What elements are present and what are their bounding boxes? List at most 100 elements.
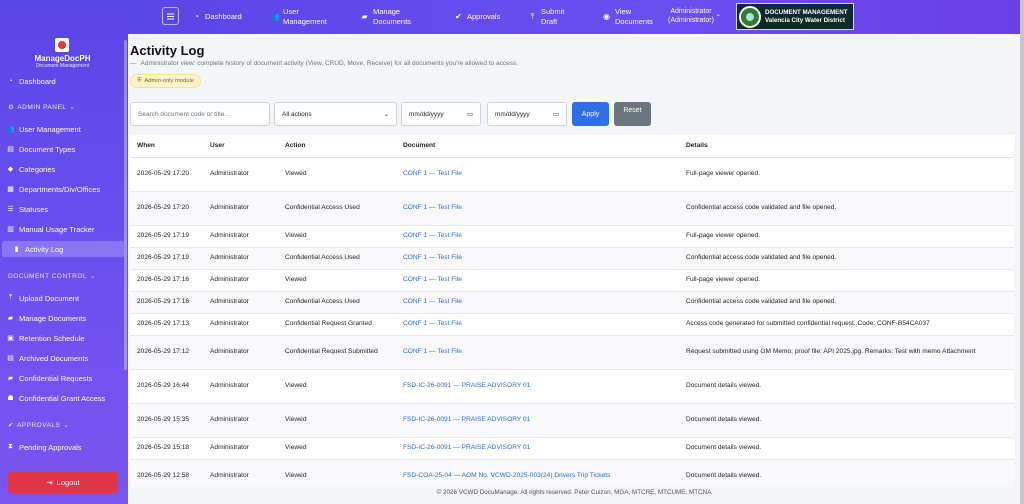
cell-document: FSD-IC-26-0091 — PRAISE ADVISORY 01 [396,437,679,460]
sidebar-item-pending-approvals[interactable]: ⧗ Pending Approvals [6,439,124,455]
cell-action: Confidential Access Used [278,247,396,270]
document-link[interactable]: CONF 1 — Test File [403,298,462,305]
sidebar-item-categories[interactable]: ◆ Categories [6,161,124,177]
document-link[interactable]: CONF 1 — Test File [403,170,462,177]
sidebar-item-confidential-requests[interactable]: ▰ Confidential Requests [6,370,124,386]
cell-details: Confidential access code validated and f… [679,291,1014,314]
folder-icon: ▰ [7,315,14,322]
table-row: 2026-05-29 16:44 Administrator Viewed FSD-I… [130,369,1014,404]
cell-when: 2026-05-29 17:20 [130,157,203,192]
section-document-control[interactable]: DOCUMENT CONTROL ⌄ [8,272,96,281]
cell-document: CONF 1 — Test File [396,225,679,248]
col-details: Details [679,135,1014,158]
cell-user: Administrator [203,191,278,226]
cell-document: FSD-IC-26-0091 — PRAISE ADVISORY 01 [396,369,679,404]
sidebar-item-archived-documents[interactable]: ▤ Archived Documents [6,350,124,366]
sidebar-item-user-management[interactable]: 👥 User Management [6,121,124,137]
cell-details: Confidential access code validated and f… [679,191,1014,226]
nav-view-documents[interactable]: ◉ View Documents [602,0,662,34]
chevron-down-icon: ⌄ [69,104,76,111]
cell-action: Confidential Request Granted [278,313,396,336]
cell-document: CONF 1 — Test File [396,313,679,336]
document-link[interactable]: FSD-IC-26-0091 — PRAISE ADVISORY 01 [403,444,530,451]
cell-action: Confidential Request Submitted [278,335,396,370]
section-admin-panel[interactable]: ⚙ ADMIN PANEL ⌄ [8,103,76,112]
nav-manage-documents[interactable]: ▰ Manage Documents [360,0,430,34]
hamburger-icon [167,15,174,17]
table-row: 2026-05-29 15:18 Administrator Viewed FSD-I… [130,437,1014,460]
sidebar-item-departments[interactable]: ▦ Departments/Div/Offices [6,181,124,197]
sidebar-item-upload-document[interactable]: ⤒ Upload Document [6,290,124,306]
top-navbar: ◔ Dashboard 👥 User Management ▰ Manage D… [128,0,1020,34]
cell-user: Administrator [203,335,278,370]
sidebar-item-activity-log[interactable]: ▮ Activity Log [2,241,124,257]
document-link[interactable]: FSD-IC-26-0091 — PRAISE ADVISORY 01 [403,382,530,389]
sidebar-scrollbar[interactable] [124,40,127,370]
cell-action: Viewed [278,437,396,460]
chevron-down-icon: ⌄ [63,422,70,429]
document-link[interactable]: FSD-IC-26-0091 — PRAISE ADVISORY 01 [403,416,530,423]
check-circle-icon: ✔ [455,12,462,21]
col-when: When [130,135,203,158]
document-link[interactable]: CONF 1 — Test File [403,232,462,239]
document-link[interactable]: CONF 1 — Test File [403,320,462,327]
window-scrollbar[interactable] [1020,0,1024,504]
logout-button[interactable]: ⇥ Logout [8,472,118,493]
action-select[interactable]: All actions ⌄ [274,102,397,126]
cell-user: Administrator [203,157,278,192]
document-link[interactable]: FSD-COA-25-04 — AOM No. VCWD-2025-003(24… [403,472,610,479]
check-icon: ✔ [8,422,14,429]
cell-details: Request submitted using GM Memo; proof f… [679,335,1014,370]
sidebar: ManageDocPH Document Management ◔ Dashbo… [0,0,128,504]
sidebar-item-manage-documents[interactable]: ▰ Manage Documents [6,310,124,326]
cell-details: Access code generated for submitted conf… [679,313,1014,336]
cell-action: Confidential Access Used [278,291,396,314]
document-link[interactable]: CONF 1 — Test File [403,348,462,355]
cell-details: Document details viewed. [679,459,1014,487]
reset-button[interactable]: Reset [614,102,651,126]
nav-approvals[interactable]: ✔ Approvals [454,0,500,34]
apply-button[interactable]: Apply [572,102,609,126]
table-row: 2026-05-29 17:20 Administrator Confidentia… [130,191,1014,226]
date-to-input[interactable]: mm/dd/yyyy ▭ [487,102,567,126]
cell-details: Document details viewed. [679,369,1014,404]
table-row: 2026-05-29 17:19 Administrator Confidentia… [130,247,1014,270]
sidebar-item-retention-schedule[interactable]: ▣ Retention Schedule [6,330,124,346]
sidebar-item-confidential-grant-access[interactable]: ☗ Confidential Grant Access [6,390,124,406]
date-from-input[interactable]: mm/dd/yyyy ▭ [401,102,481,126]
hourglass-icon: ⧗ [8,443,13,450]
upload-icon: ⤒ [8,294,13,301]
calendar-icon: ▭ [552,111,559,118]
document-link[interactable]: CONF 1 — Test File [403,204,462,211]
cell-user: Administrator [203,459,278,487]
user-dropdown[interactable]: Administrator (Administrator) ⌄ [668,7,721,25]
cell-when: 2026-05-29 15:18 [130,437,203,460]
cell-user: Administrator [203,313,278,336]
document-link[interactable]: CONF 1 — Test File [403,254,462,261]
dashboard-icon: ◔ [194,12,199,21]
cell-document: CONF 1 — Test File [396,291,679,314]
nav-dashboard[interactable]: ◔ Dashboard [192,0,242,34]
section-approvals[interactable]: ✔ APPROVALS ⌄ [8,421,70,430]
main-content: Activity Log — Administrator view: compl… [128,34,1020,504]
cell-action: Viewed [278,459,396,487]
archive-icon: ▤ [7,355,14,362]
sidebar-item-statuses[interactable]: ☰ Statuses [6,201,124,217]
sidebar-item-manual-usage-tracker[interactable]: ▥ Manual Usage Tracker [6,221,124,237]
search-input[interactable]: Search document code or title... [130,102,270,126]
cell-action: Confidential Access Used [278,191,396,226]
cell-document: FSD-IC-26-0091 — PRAISE ADVISORY 01 [396,403,679,438]
nav-user-management[interactable]: 👥 User Management [270,0,340,34]
cell-details: Document details viewed. [679,403,1014,438]
cell-action: Viewed [278,157,396,192]
cell-details: Document details viewed. [679,437,1014,460]
cell-user: Administrator [203,437,278,460]
page-title: Activity Log [130,43,205,58]
cell-details: Full-page viewer opened. [679,225,1014,248]
nav-submit-draft[interactable]: ⤒ Submit Draft [528,0,588,34]
folder-lock-icon: ▰ [7,375,14,382]
sidebar-item-document-types[interactable]: ▤ Document Types [6,141,124,157]
sidebar-item-dashboard[interactable]: ◔ Dashboard [6,73,124,89]
document-link[interactable]: CONF 1 — Test File [403,276,462,283]
menu-toggle-button[interactable] [162,7,179,25]
